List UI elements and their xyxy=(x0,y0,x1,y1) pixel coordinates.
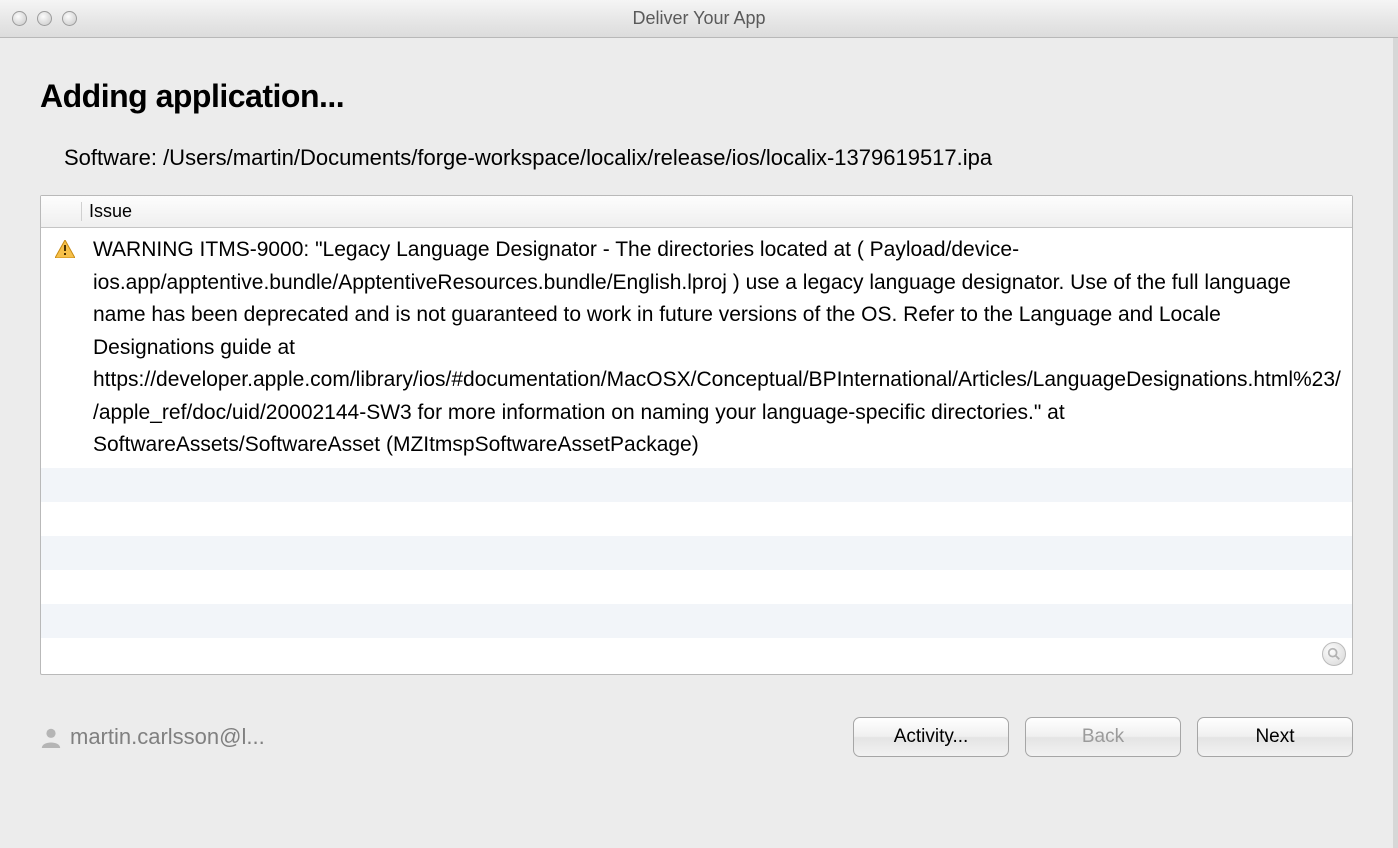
page-title: Adding application... xyxy=(40,78,1353,115)
issue-table: Issue WARNING ITMS-9000: "Legacy Languag… xyxy=(40,195,1353,675)
window-title: Deliver Your App xyxy=(0,8,1398,29)
column-separator xyxy=(81,202,82,221)
issue-rows: WARNING ITMS-9000: "Legacy Language Desi… xyxy=(41,228,1352,674)
search-icon[interactable] xyxy=(1322,642,1346,666)
titlebar: Deliver Your App xyxy=(0,0,1398,38)
footer: martin.carlsson@l... Activity... Back Ne… xyxy=(40,717,1353,785)
user-email: martin.carlsson@l... xyxy=(70,724,265,750)
warning-icon xyxy=(51,234,79,269)
empty-row xyxy=(41,468,1352,502)
empty-row xyxy=(41,536,1352,570)
software-path: /Users/martin/Documents/forge-workspace/… xyxy=(163,145,992,170)
table-row[interactable]: WARNING ITMS-9000: "Legacy Language Desi… xyxy=(41,228,1352,468)
empty-row xyxy=(41,502,1352,536)
software-path-line: Software: /Users/martin/Documents/forge-… xyxy=(64,145,1353,171)
software-label: Software: xyxy=(64,145,157,170)
issue-column-header[interactable]: Issue xyxy=(41,196,1352,228)
signed-in-user: martin.carlsson@l... xyxy=(40,724,265,750)
user-icon xyxy=(40,726,62,748)
issue-column-label: Issue xyxy=(89,201,132,222)
issue-text: WARNING ITMS-9000: "Legacy Language Desi… xyxy=(79,234,1342,462)
empty-row xyxy=(41,604,1352,638)
activity-button[interactable]: Activity... xyxy=(853,717,1009,757)
empty-row xyxy=(41,570,1352,604)
window-body: Adding application... Software: /Users/m… xyxy=(0,38,1398,848)
next-button[interactable]: Next xyxy=(1197,717,1353,757)
back-button[interactable]: Back xyxy=(1025,717,1181,757)
footer-buttons: Activity... Back Next xyxy=(853,717,1353,757)
